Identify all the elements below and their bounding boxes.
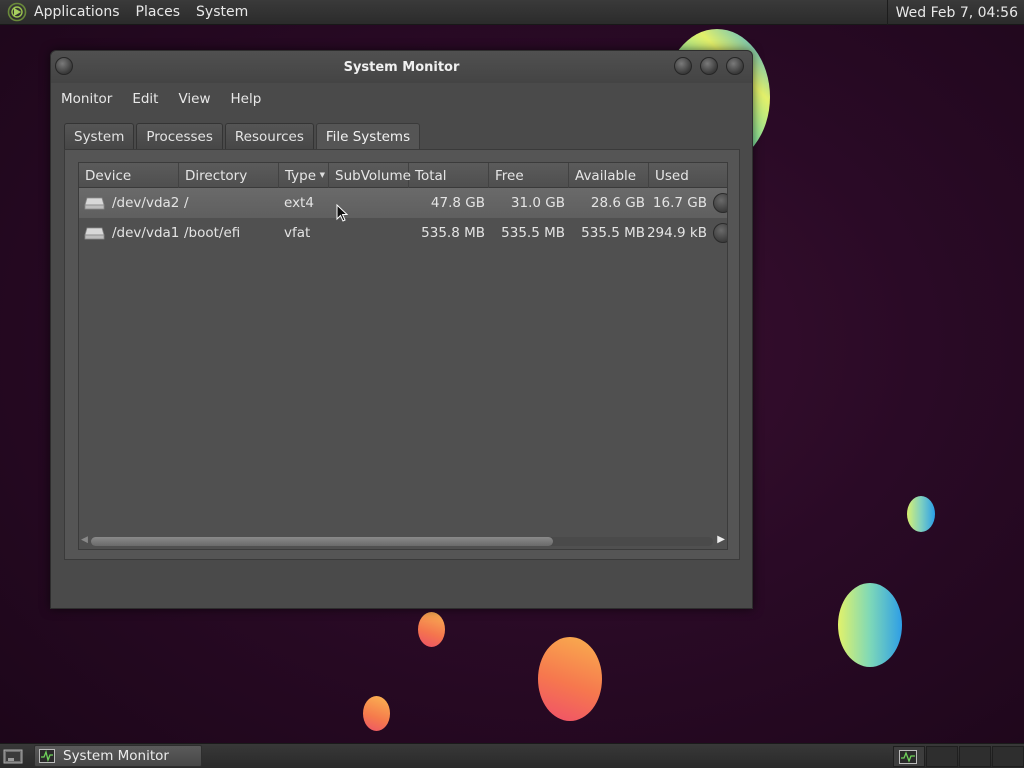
wallpaper-bubble — [363, 696, 390, 731]
scroll-right-icon[interactable]: ▶ — [717, 534, 725, 545]
taskbar-button-system-monitor[interactable]: System Monitor — [34, 745, 202, 767]
column-label: SubVolume — [335, 167, 411, 184]
bottom-panel: System Monitor — [0, 743, 1024, 768]
column-header-free[interactable]: Free — [489, 163, 569, 188]
column-label: Total — [415, 167, 447, 184]
column-header-directory[interactable]: Directory — [179, 163, 279, 188]
tab-label: File Systems — [325, 129, 411, 145]
column-label: Type — [285, 167, 317, 184]
menu-edit[interactable]: Edit — [132, 91, 158, 107]
tab-bar: System Processes Resources File Systems — [64, 123, 422, 150]
drive-icon — [84, 197, 105, 210]
menubar: Monitor Edit View Help — [51, 83, 752, 115]
scrollbar-thumb[interactable] — [91, 537, 553, 546]
wallpaper-bubble — [538, 637, 602, 721]
file-systems-table: Device Directory Type ▼ SubVolume Total F… — [78, 162, 728, 550]
clock-text: Wed Feb 7, 04:56 — [895, 4, 1018, 21]
cell-total: 535.8 MB — [421, 225, 485, 241]
cell-type: vfat — [284, 225, 311, 241]
cell-available: 535.5 MB — [581, 225, 645, 241]
column-header-available[interactable]: Available — [569, 163, 649, 188]
column-header-total[interactable]: Total — [409, 163, 489, 188]
window-menu-button[interactable] — [55, 57, 73, 75]
cell-device: /dev/vda1 — [112, 225, 180, 241]
cell-used: 294.9 kB — [646, 225, 707, 241]
usage-indicator — [713, 193, 727, 213]
column-header-subvolume[interactable]: SubVolume — [329, 163, 411, 188]
sort-descending-icon: ▼ — [319, 171, 325, 179]
window-titlebar[interactable]: System Monitor — [51, 51, 752, 83]
menu-monitor[interactable]: Monitor — [61, 91, 112, 107]
tab-label: Processes — [146, 128, 213, 145]
system-monitor-icon — [39, 749, 55, 763]
minimize-button[interactable] — [674, 57, 692, 75]
tab-file-systems[interactable]: File Systems — [315, 123, 421, 150]
column-label: Available — [575, 167, 637, 184]
column-header-type[interactable]: Type ▼ — [279, 163, 329, 188]
drive-icon — [84, 227, 105, 240]
cell-free: 31.0 GB — [510, 195, 565, 211]
wallpaper-bubble — [418, 612, 445, 647]
usage-indicator — [713, 223, 727, 243]
taskbar-button-label: System Monitor — [63, 748, 169, 764]
workspace-1[interactable] — [893, 746, 925, 767]
window-title: System Monitor — [343, 59, 460, 75]
wallpaper-bubble — [907, 496, 935, 532]
tab-label: Resources — [234, 128, 304, 145]
maximize-button[interactable] — [700, 57, 718, 75]
cell-total: 47.8 GB — [430, 195, 485, 211]
cell-directory: /boot/efi — [184, 225, 241, 241]
system-menu[interactable]: System — [196, 4, 248, 20]
file-systems-panel: Device Directory Type ▼ SubVolume Total F… — [64, 149, 740, 560]
scroll-left-icon[interactable]: ◀ — [81, 535, 88, 545]
cell-used: 16.7 GB — [652, 195, 707, 211]
top-panel: Applications Places System Wed Feb 7, 04… — [0, 0, 1024, 25]
cell-directory: / — [184, 195, 189, 211]
tab-system[interactable]: System — [64, 123, 135, 149]
close-button[interactable] — [726, 57, 744, 75]
cell-type: ext4 — [284, 195, 314, 211]
table-row[interactable]: /dev/vda2 / ext4 47.8 GB 31.0 GB 28.6 GB… — [79, 188, 727, 218]
applications-menu[interactable]: Applications — [34, 4, 120, 20]
menu-help[interactable]: Help — [231, 91, 262, 107]
tab-processes[interactable]: Processes — [136, 123, 223, 149]
system-monitor-icon — [899, 750, 917, 764]
tab-resources[interactable]: Resources — [224, 123, 314, 149]
workspace-2[interactable] — [926, 746, 958, 767]
column-header-device[interactable]: Device — [79, 163, 179, 188]
tab-label: System — [74, 128, 125, 145]
distro-logo-icon[interactable] — [6, 1, 28, 23]
cell-available: 28.6 GB — [590, 195, 645, 211]
system-monitor-window: System Monitor Monitor Edit View Help Sy… — [50, 50, 753, 609]
mouse-cursor-icon — [336, 204, 348, 222]
workspace-4[interactable] — [992, 746, 1024, 767]
horizontal-scrollbar[interactable]: ◀ ▶ — [79, 533, 727, 549]
cell-free: 535.5 MB — [501, 225, 565, 241]
workspace-3[interactable] — [959, 746, 991, 767]
show-desktop-icon[interactable] — [3, 748, 23, 765]
menu-view[interactable]: View — [178, 91, 210, 107]
column-label: Device — [85, 167, 132, 184]
table-header: Device Directory Type ▼ SubVolume Total F… — [79, 163, 727, 188]
column-label: Used — [655, 167, 689, 184]
table-row[interactable]: /dev/vda1 /boot/efi vfat 535.8 MB 535.5 … — [79, 218, 727, 248]
cell-device: /dev/vda2 — [112, 195, 180, 211]
wallpaper-bubble — [838, 583, 902, 667]
places-menu[interactable]: Places — [136, 4, 181, 20]
column-label: Directory — [185, 167, 248, 184]
column-header-used[interactable]: Used — [649, 163, 727, 188]
clock[interactable]: Wed Feb 7, 04:56 — [886, 0, 1024, 25]
column-label: Free — [495, 167, 524, 184]
